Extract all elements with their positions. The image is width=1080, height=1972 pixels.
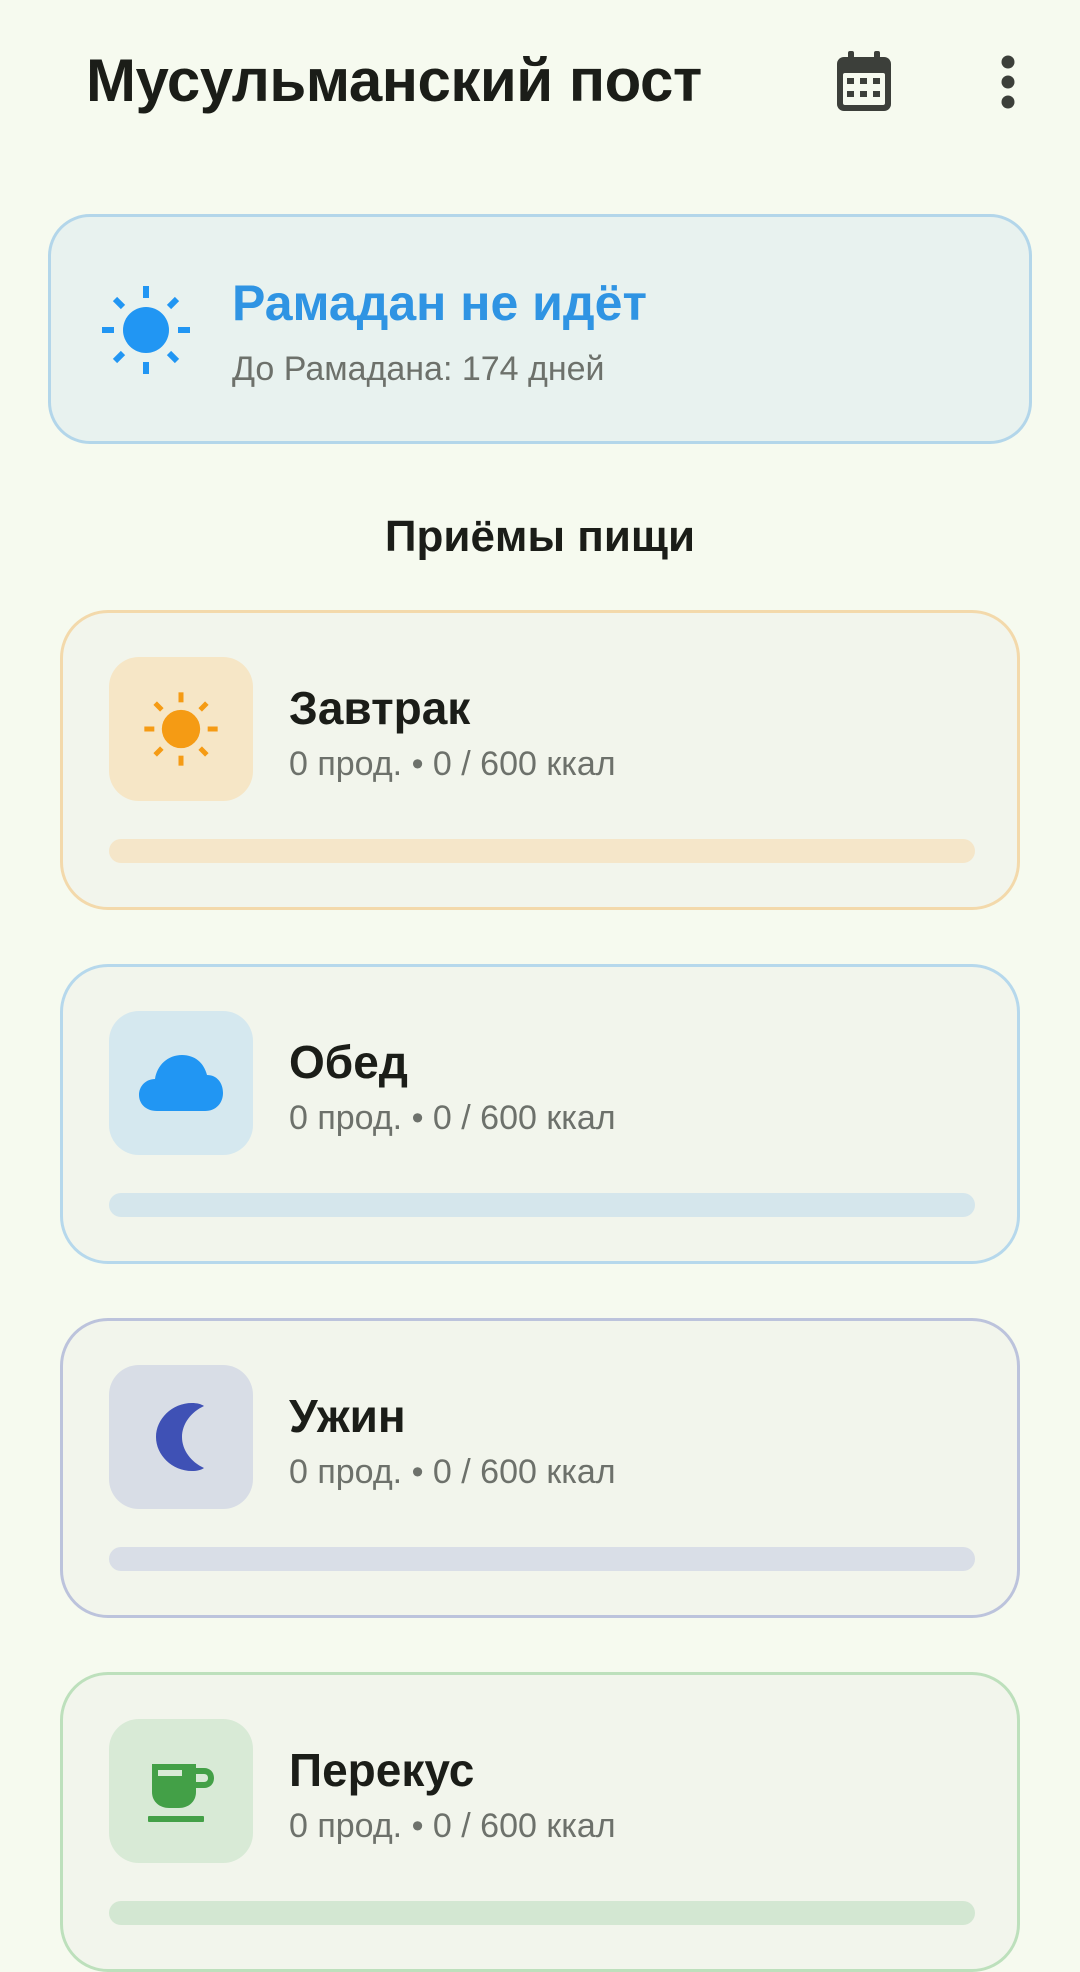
more-vert-icon xyxy=(1001,55,1015,109)
calendar-icon xyxy=(837,51,891,111)
meal-name: Перекус xyxy=(289,1744,475,1796)
meal-icon-box xyxy=(109,1011,253,1155)
sun-icon xyxy=(102,286,190,374)
more-options-button[interactable] xyxy=(968,42,1048,122)
app-bar: Мусульманский пост xyxy=(0,0,1080,170)
cloud-icon xyxy=(139,1055,223,1111)
meal-name: Завтрак xyxy=(289,682,471,734)
meal-name: Ужин xyxy=(289,1390,406,1442)
meal-summary: 0 прод. • 0 / 600 ккал xyxy=(289,1453,616,1491)
meal-name: Обед xyxy=(289,1036,408,1088)
meal-progress-bar xyxy=(109,1901,975,1925)
meal-card-dinner[interactable]: Ужин 0 прод. • 0 / 600 ккал xyxy=(60,1318,1020,1618)
meal-progress-bar xyxy=(109,839,975,863)
ramadan-status-title: Рамадан не идёт xyxy=(232,275,647,331)
meal-summary: 0 прод. • 0 / 600 ккал xyxy=(289,745,616,783)
meal-card-breakfast[interactable]: Завтрак 0 прод. • 0 / 600 ккал xyxy=(60,610,1020,910)
cup-icon xyxy=(148,1764,214,1822)
app-title: Мусульманский пост xyxy=(86,47,702,114)
meal-progress-bar xyxy=(109,1547,975,1571)
meal-icon-box xyxy=(109,1719,253,1863)
meal-icon-box xyxy=(109,1365,253,1509)
calendar-button[interactable] xyxy=(824,42,904,122)
meal-card-lunch[interactable]: Обед 0 прод. • 0 / 600 ккал xyxy=(60,964,1020,1264)
moon-icon xyxy=(156,1403,204,1471)
meal-icon-box xyxy=(109,657,253,801)
meals-section-title: Приёмы пищи xyxy=(384,512,696,561)
meal-card-snack[interactable]: Перекус 0 прод. • 0 / 600 ккал xyxy=(60,1672,1020,1972)
meal-summary: 0 прод. • 0 / 600 ккал xyxy=(289,1099,616,1137)
meal-progress-bar xyxy=(109,1193,975,1217)
meal-summary: 0 прод. • 0 / 600 ккал xyxy=(289,1807,616,1845)
sun-icon xyxy=(144,692,218,766)
ramadan-countdown: До Рамадана: 174 дней xyxy=(232,350,605,388)
